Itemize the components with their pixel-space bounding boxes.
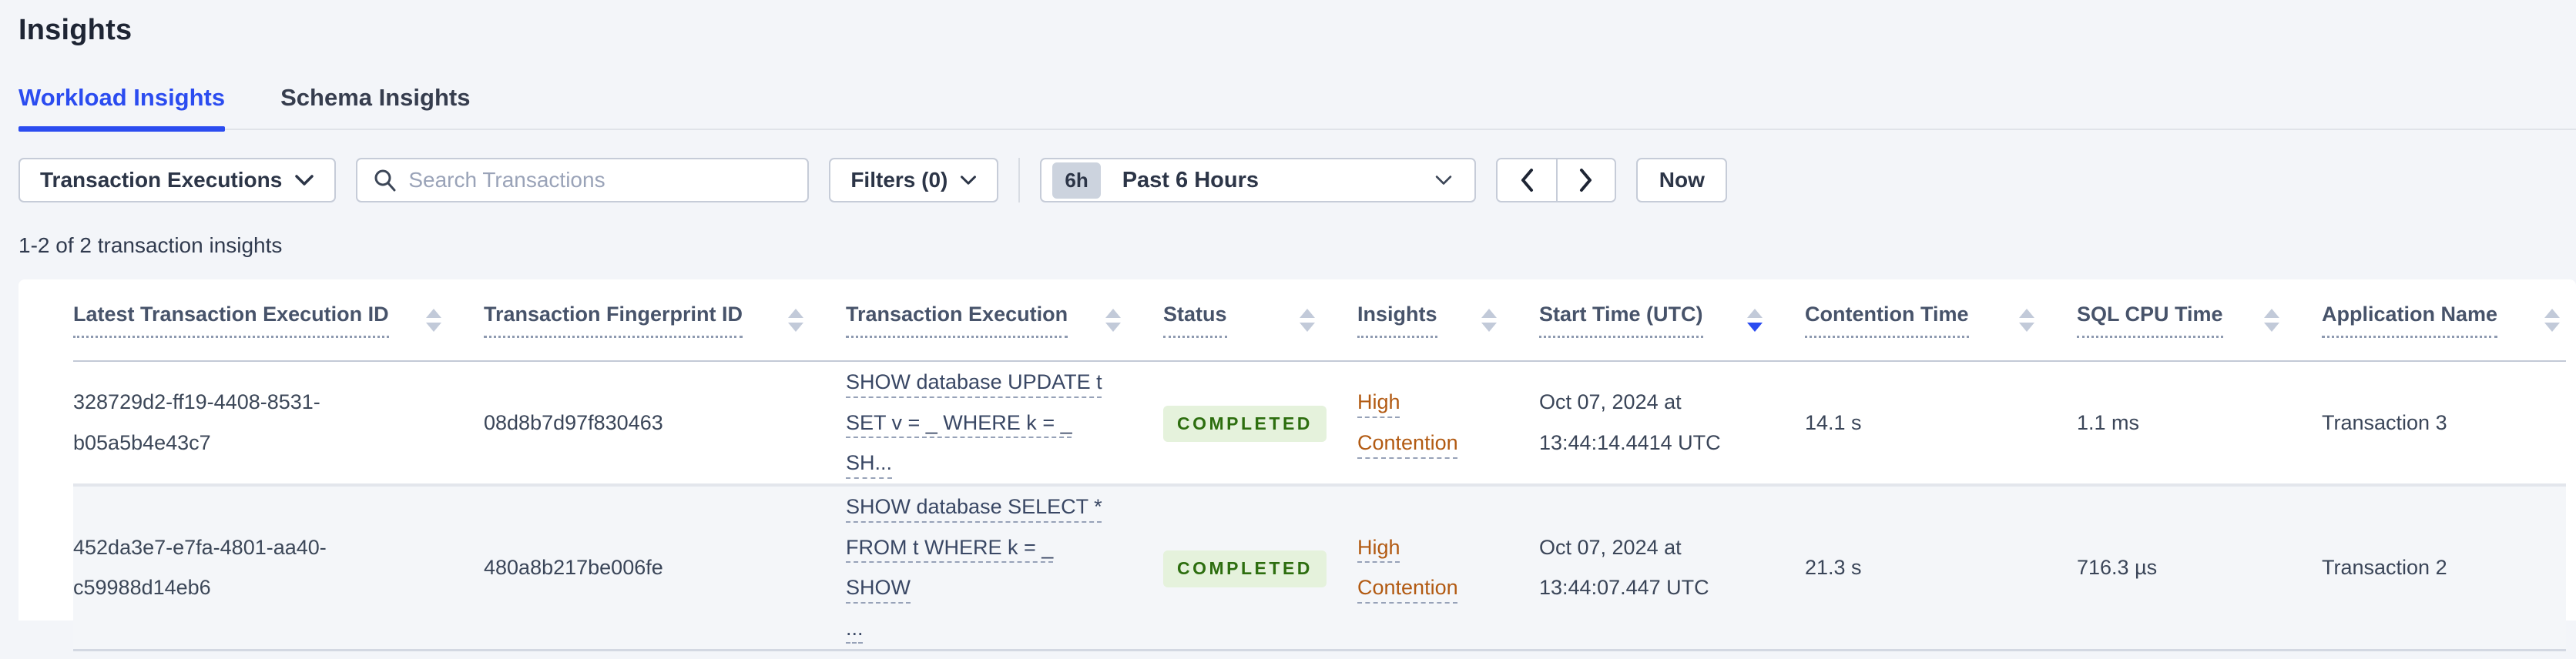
sql-cpu-time: 716.3 µs: [2077, 555, 2158, 579]
sort-icon[interactable]: [426, 308, 441, 332]
insight-link[interactable]: High Contention: [1357, 536, 1458, 600]
start-time: Oct 07, 2024 at 13:44:14.4414 UTC: [1539, 390, 1721, 454]
time-range-badge: 6h: [1052, 162, 1101, 199]
next-time-range-button[interactable]: [1556, 159, 1615, 201]
sort-icon[interactable]: [2544, 308, 2560, 332]
column-header-start-time[interactable]: Start Time (UTC): [1539, 302, 1805, 338]
search-box[interactable]: [356, 158, 810, 202]
start-time: Oct 07, 2024 at 13:44:07.447 UTC: [1539, 535, 1709, 600]
sort-icon[interactable]: [788, 308, 803, 332]
application-name: Transaction 2: [2322, 555, 2447, 579]
execution-type-label: Transaction Executions: [40, 168, 283, 192]
column-header-sql-cpu-time[interactable]: SQL CPU Time: [2077, 302, 2322, 338]
chevron-down-icon: [961, 176, 977, 185]
toolbar-divider: [1018, 158, 1021, 202]
toolbar: Transaction Executions Filters (0) 6h Pa…: [18, 158, 2576, 202]
chevron-right-icon: [1580, 169, 1592, 192]
tab-divider: [18, 129, 2576, 130]
column-header-status[interactable]: Status: [1163, 302, 1357, 338]
column-header-latest-transaction-execution-id[interactable]: Latest Transaction Execution ID: [73, 302, 484, 338]
page-title: Insights: [18, 14, 132, 46]
contention-time: 14.1 s: [1805, 410, 1862, 434]
insight-link[interactable]: High Contention: [1357, 390, 1458, 454]
search-icon: [374, 169, 396, 192]
transaction-fingerprint-id: 08d8b7d97f830463: [484, 410, 663, 434]
table-row: 452da3e7-e7fa-4801-aa40-c59988d14eb6 480…: [73, 485, 2566, 651]
transaction-insights-table: Latest Transaction Execution ID Transact…: [49, 279, 2566, 651]
application-name: Transaction 3: [2322, 410, 2447, 434]
search-input[interactable]: [408, 168, 793, 192]
execution-type-dropdown[interactable]: Transaction Executions: [18, 158, 337, 202]
latest-transaction-execution-id: 452da3e7-e7fa-4801-aa40-c59988d14eb6: [73, 535, 327, 600]
table-row: 328729d2-ff19-4408-8531-b05a5b4e43c7 08d…: [73, 362, 2566, 485]
chevron-down-icon: [1436, 176, 1452, 185]
column-header-insights[interactable]: Insights: [1357, 302, 1539, 338]
chevron-down-icon: [295, 175, 314, 186]
transaction-execution-link[interactable]: SHOW database UPDATE t SET v = _ WHERE k…: [846, 370, 1102, 474]
transaction-execution-link[interactable]: SHOW database SELECT * FROM t WHERE k = …: [846, 495, 1102, 640]
sort-icon[interactable]: [1747, 308, 1763, 332]
column-header-transaction-fingerprint-id[interactable]: Transaction Fingerprint ID: [484, 302, 846, 338]
results-summary: 1-2 of 2 transaction insights: [18, 233, 283, 257]
chevron-left-icon: [1521, 169, 1534, 192]
sort-icon[interactable]: [2019, 308, 2034, 332]
contention-time: 21.3 s: [1805, 555, 1862, 579]
time-range-dropdown[interactable]: 6h Past 6 Hours: [1040, 158, 1477, 202]
sort-icon[interactable]: [1300, 308, 1315, 332]
status-badge: COMPLETED: [1163, 550, 1327, 587]
filters-label: Filters (0): [850, 168, 948, 192]
sort-icon[interactable]: [1105, 308, 1121, 332]
column-header-application-name[interactable]: Application Name: [2322, 302, 2566, 338]
sort-icon[interactable]: [1481, 308, 1497, 332]
tab-schema-insights[interactable]: Schema Insights: [280, 84, 470, 132]
latest-transaction-execution-id: 328729d2-ff19-4408-8531-b05a5b4e43c7: [73, 390, 320, 454]
status-badge: COMPLETED: [1163, 405, 1327, 443]
now-button[interactable]: Now: [1636, 158, 1728, 202]
insights-tab-bar: Workload Insights Schema Insights: [18, 84, 2576, 132]
previous-time-range-button[interactable]: [1498, 159, 1557, 201]
time-nav-group: [1496, 158, 1617, 202]
sort-icon[interactable]: [2264, 308, 2279, 332]
insights-table-card: Latest Transaction Execution ID Transact…: [18, 279, 2576, 651]
table-header-row: Latest Transaction Execution ID Transact…: [73, 279, 2566, 362]
transaction-fingerprint-id: 480a8b217be006fe: [484, 555, 663, 579]
tab-workload-insights[interactable]: Workload Insights: [18, 84, 226, 132]
filters-dropdown[interactable]: Filters (0): [829, 158, 999, 202]
column-header-contention-time[interactable]: Contention Time: [1805, 302, 2077, 338]
column-header-transaction-execution[interactable]: Transaction Execution: [846, 302, 1163, 338]
sql-cpu-time: 1.1 ms: [2077, 410, 2140, 434]
time-range-label: Past 6 Hours: [1122, 167, 1259, 192]
now-label: Now: [1659, 168, 1705, 192]
